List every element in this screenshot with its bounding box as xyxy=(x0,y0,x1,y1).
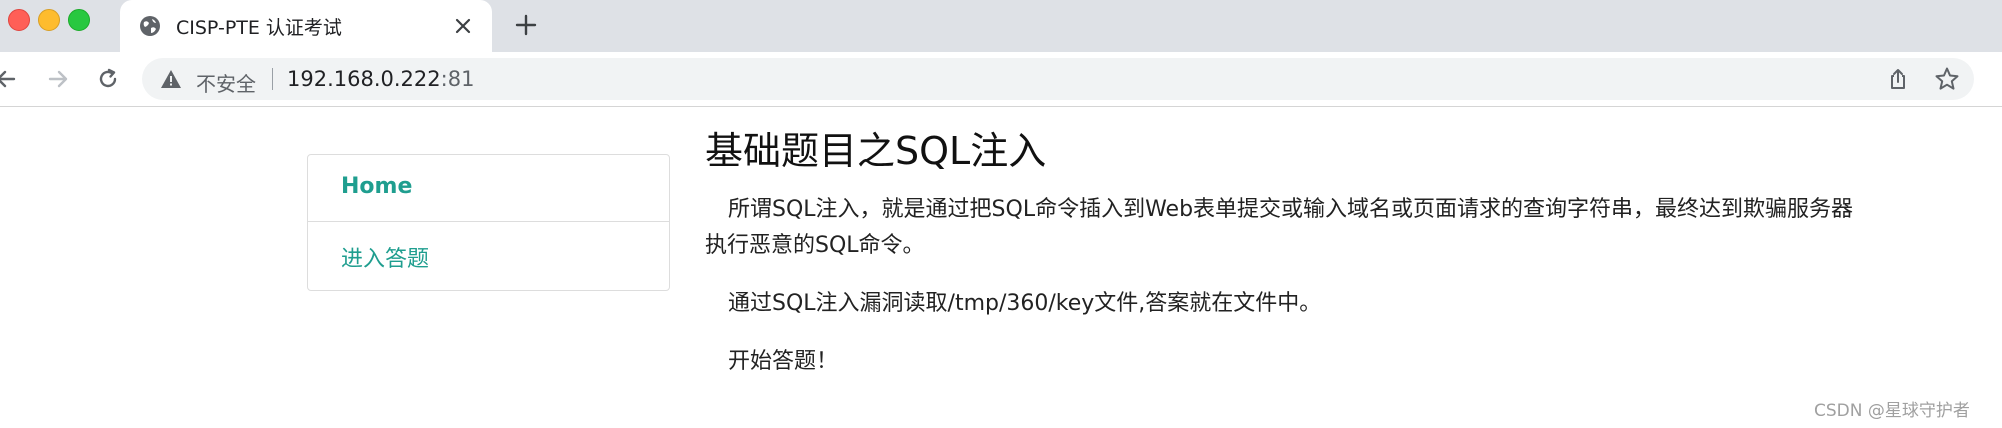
sidebar-item-home[interactable]: Home xyxy=(308,155,669,222)
address-bar[interactable]: 不安全 192.168.0.222:81 xyxy=(142,58,1974,100)
task-paragraph: 通过SQL注入漏洞读取/tmp/360/key文件,答案就在文件中。 xyxy=(728,291,1322,316)
page-title: 基础题目之SQL注入 xyxy=(705,129,1047,173)
sidebar-item-label: Home xyxy=(341,174,413,199)
url-text: 192.168.0.222:81 xyxy=(287,67,474,91)
sidebar-item-label: 进入答题 xyxy=(341,247,430,272)
globe-icon xyxy=(140,16,160,36)
watermark: CSDN @星球守护者 xyxy=(1814,401,1970,421)
tab-title: CISP-PTE 认证考试 xyxy=(176,17,342,39)
sidebar-item-enter-answer[interactable]: 进入答题 xyxy=(308,222,669,288)
intro-paragraph: 所谓SQL注入，就是通过把SQL命令插入到Web表单提交或输入域名或页面请求的查… xyxy=(705,197,1854,258)
browser-titlebar: CISP-PTE 认证考试 xyxy=(0,0,2002,52)
reload-icon[interactable] xyxy=(94,65,122,93)
address-divider xyxy=(272,68,273,90)
warning-icon[interactable] xyxy=(160,69,182,89)
url-port: :81 xyxy=(440,67,475,91)
star-icon[interactable] xyxy=(1934,66,1960,92)
browser-tab[interactable]: CISP-PTE 认证考试 xyxy=(120,0,492,52)
sidebar-nav: Home 进入答题 xyxy=(307,154,670,291)
insecure-label: 不安全 xyxy=(196,72,256,96)
window-maximize-button[interactable] xyxy=(68,9,90,31)
start-paragraph: 开始答题！ xyxy=(728,349,839,374)
back-arrow-icon[interactable] xyxy=(0,65,20,93)
forward-arrow-icon[interactable] xyxy=(44,65,72,93)
url-host: 192.168.0.222 xyxy=(287,67,441,91)
window-close-button[interactable] xyxy=(8,9,30,31)
new-tab-icon[interactable] xyxy=(512,11,540,39)
tab-close-icon[interactable] xyxy=(452,15,474,37)
window-minimize-button[interactable] xyxy=(38,9,60,31)
browser-toolbar: 不安全 192.168.0.222:81 xyxy=(0,52,2002,107)
share-icon[interactable] xyxy=(1886,67,1910,91)
